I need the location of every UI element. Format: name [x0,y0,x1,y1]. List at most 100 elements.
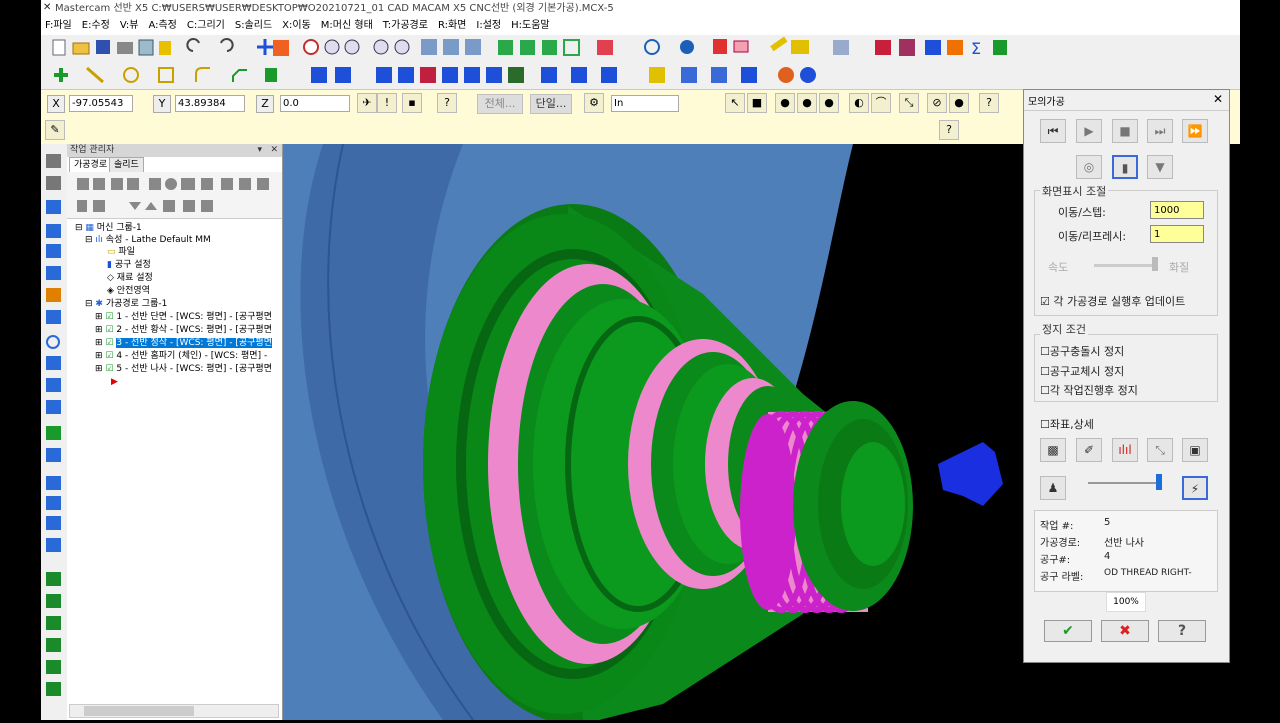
tree-op-5[interactable]: ⊞ ☑ 5 - 선반 나사 - [WCS: 평면] - [공구평면 [95,363,272,376]
highfeed-icon[interactable] [221,178,233,190]
insert-arrow-marker-icon[interactable]: ▶ [111,376,118,389]
lathe-tool-20-icon[interactable] [46,594,61,608]
regen-dirty-icon[interactable] [127,178,139,190]
override-icon[interactable]: ▪ [402,93,422,113]
line-icon[interactable] [86,66,104,84]
sum-icon[interactable]: Σ [971,39,981,58]
menu-solids[interactable]: S:솔리드 [235,17,272,35]
lathe-tool-1-icon[interactable] [46,154,61,168]
toggle-display-icon[interactable] [239,178,251,190]
lathe-tool-18-icon[interactable] [46,538,61,552]
view-cube-3-icon[interactable] [542,40,557,55]
zoom-out-icon[interactable] [344,39,360,55]
view-top-icon[interactable] [421,39,437,55]
lathe-tool-23-icon[interactable] [46,660,61,674]
tab-solids[interactable]: 솔리드 [109,157,144,172]
menu-edit[interactable]: E:수정 [82,17,110,35]
save-icon[interactable] [96,40,110,54]
lathe-tool-10-icon[interactable] [46,356,61,370]
vector-select-icon[interactable]: ⤡ [899,93,919,113]
view-cube-wire-icon[interactable] [563,39,580,56]
solid-icon[interactable] [265,68,277,82]
menu-settings[interactable]: I:설정 [476,17,501,35]
op-help-icon[interactable] [257,178,269,190]
xform-scale-icon[interactable] [442,67,458,83]
post-op-icon[interactable] [201,178,213,190]
lathe-face-icon[interactable] [541,67,557,83]
unzoom-icon[interactable] [394,39,410,55]
sim-cube-icon[interactable] [741,67,757,83]
verify-op-icon[interactable] [165,178,177,190]
lathe-tool-24-icon[interactable] [46,682,61,696]
shading-icon[interactable] [713,39,727,54]
machine-icon[interactable] [925,40,941,55]
selection-mode-icon[interactable]: ⚙ [584,93,604,113]
chart-icon[interactable]: ılıl [1112,438,1138,462]
menu-toolpaths[interactable]: T:가공경로 [383,17,428,35]
tree-safety-zone[interactable]: ◈ 안전영역 [107,285,150,298]
stop-each-op-checkbox[interactable]: ☐각 작업진행후 정지 [1040,382,1138,398]
sim-machine-icon[interactable] [800,67,816,83]
undo-icon[interactable] [186,38,200,52]
tree-tool-settings[interactable]: ▮ 공구 설정 [107,259,151,272]
verify-icon[interactable] [681,67,697,83]
menu-machine-type[interactable]: M:머신 형태 [321,17,373,35]
backplot-op-icon[interactable] [149,178,161,190]
lathe-tool-22-icon[interactable] [46,638,61,652]
solid-select-icon[interactable]: ■ [747,93,767,113]
ribbon-help-icon[interactable]: ? [979,93,999,113]
workpiece-icon[interactable]: ▩ [1040,438,1066,462]
xform-translate-icon[interactable] [376,67,392,83]
z-coord-field[interactable]: 0.0 [280,95,350,112]
dialog-close-icon[interactable]: ✕ [1213,92,1223,106]
single-op-icon[interactable] [201,200,213,212]
lathe-tool-13-icon[interactable] [46,426,61,440]
fast-forward-button[interactable]: ⏩ [1182,119,1208,143]
regen-all-icon[interactable] [111,178,123,190]
new-file-icon[interactable] [52,39,66,56]
repaint-icon[interactable] [273,40,289,56]
stop-on-collision-checkbox[interactable]: ☐공구충돌시 정지 [1040,343,1124,359]
select-all-button[interactable]: 전체... [477,94,523,114]
tree-stock-setup[interactable]: ◇ 재료 설정 [107,272,153,285]
run-speed-slider[interactable] [1088,482,1160,484]
lathe-tool-3-icon[interactable] [46,200,61,214]
ribbon-help-2-icon[interactable]: ? [939,120,959,140]
face-select-icon[interactable]: ● [775,93,795,113]
holder-display-icon[interactable]: ▮ [1112,155,1138,179]
menu-view[interactable]: V:뷰 [120,17,139,35]
lathe-tool-6-icon[interactable] [46,266,61,280]
sphere-icon[interactable] [680,40,694,54]
view-cube-2-icon[interactable] [520,40,535,55]
post-icon[interactable] [993,40,1007,55]
box-plane-icon[interactable] [597,40,613,55]
check-fix-icon[interactable] [875,40,891,55]
autocursor-icon[interactable]: ✈ [357,93,377,113]
stop-button[interactable]: ■ [1112,119,1138,143]
select-dirty-ops-icon[interactable] [93,178,105,190]
fit-icon[interactable] [373,39,389,55]
arc-select-icon[interactable]: ⌒ [871,93,891,113]
cutter-display-icon[interactable]: ◎ [1076,155,1102,179]
menu-analyze[interactable]: A:측정 [148,17,176,35]
play-button[interactable]: ▶ [1076,119,1102,143]
help-icon[interactable]: ? [437,93,457,113]
ok-button[interactable]: ✔ [1044,620,1092,642]
speed-quality-thumb[interactable] [1152,257,1158,271]
view-side-icon[interactable] [465,39,481,55]
tree-op-1[interactable]: ⊞ ☑ 1 - 선반 단면 - [WCS: 평면] - [공구평면 [95,311,272,324]
rewind-button[interactable]: ⏮ [1040,119,1066,143]
layer-shape-icon[interactable] [947,40,963,55]
circle-icon[interactable] [123,67,139,83]
lathe-rough-icon[interactable] [571,67,587,83]
sim-op-icon[interactable] [181,178,195,190]
backplot-icon[interactable] [711,67,727,83]
body-select-icon[interactable]: ● [797,93,817,113]
lathe-tool-11-icon[interactable] [46,378,61,392]
select-single-button[interactable]: 단일... [530,94,572,114]
help-pointer-icon[interactable] [159,41,171,55]
attribute-icon[interactable] [791,40,809,54]
coords-detail-checkbox[interactable]: ☐좌표,상세 [1040,416,1094,432]
save-icon[interactable]: ▣ [1182,438,1208,462]
pointer-select-icon[interactable]: ↖ [725,93,745,113]
